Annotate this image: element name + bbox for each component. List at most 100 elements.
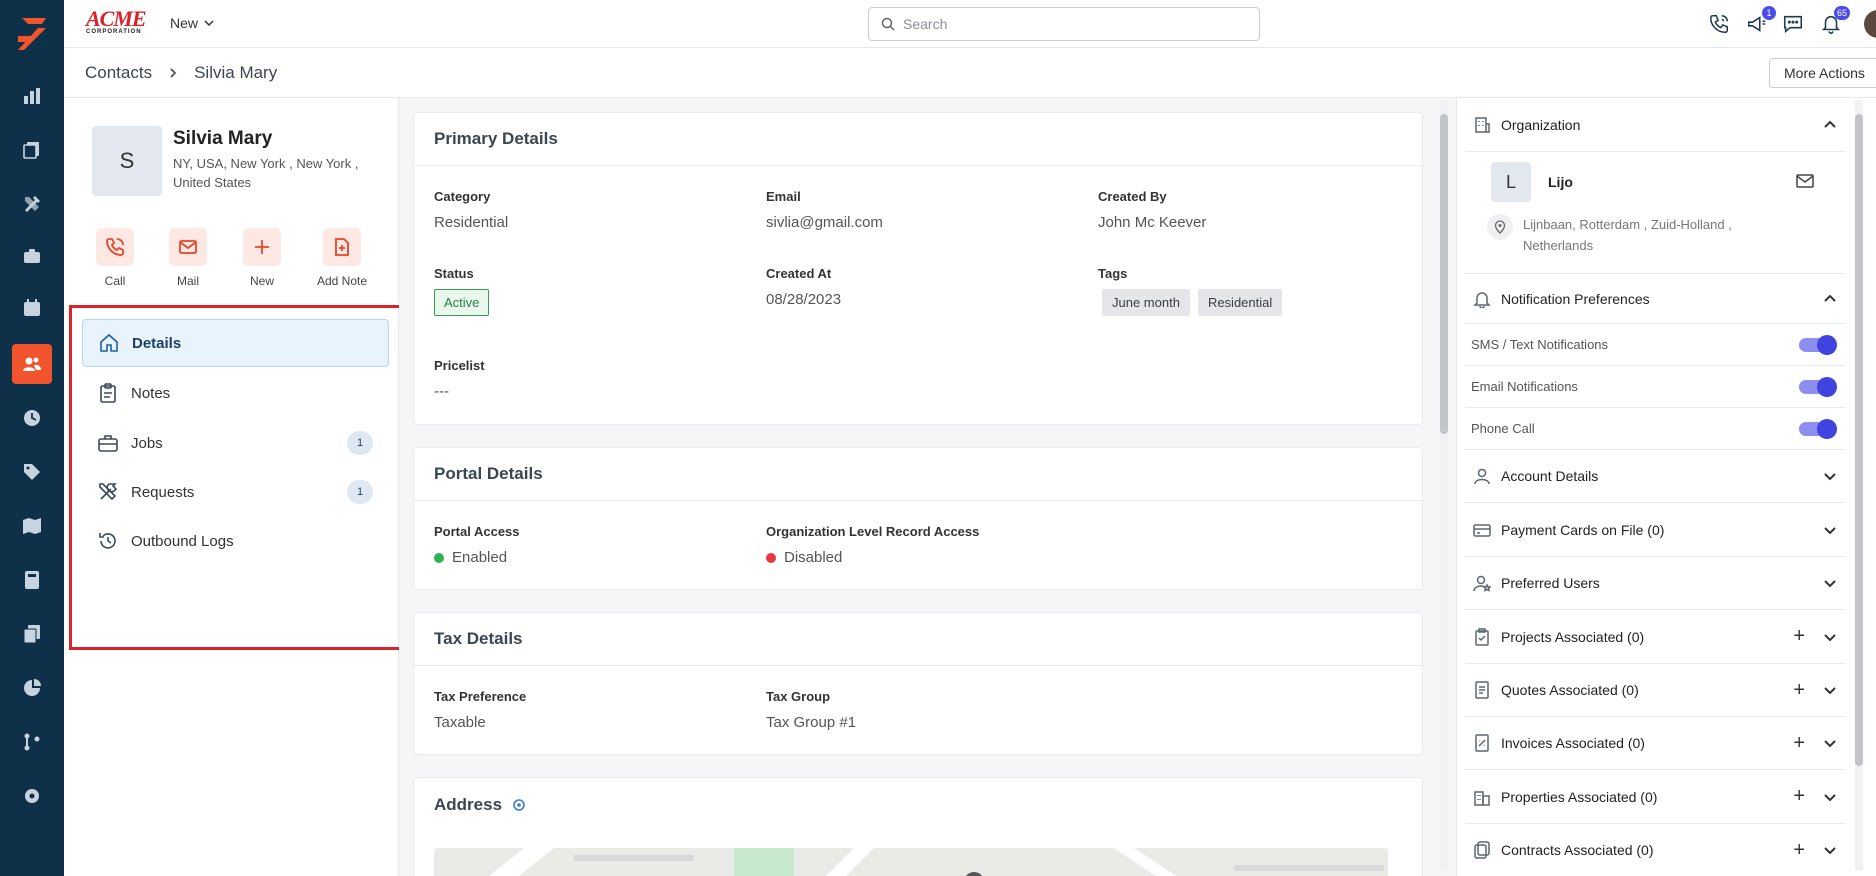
search-box[interactable] <box>868 7 1260 41</box>
enabled-dot <box>434 553 444 563</box>
email-label: Email <box>766 189 801 204</box>
call-button[interactable] <box>96 228 134 266</box>
new-action[interactable]: New <box>227 228 297 288</box>
mail-icon[interactable] <box>1796 173 1814 189</box>
building-icon <box>1471 114 1493 136</box>
call-label: Call <box>104 274 126 288</box>
chevron-down-icon[interactable] <box>1823 790 1837 804</box>
org-access-field: Organization Level Record Access Disable… <box>766 524 979 566</box>
content-scrollbar-thumb[interactable] <box>1440 114 1448 434</box>
organization-address: Lijnbaan, Rotterdam , Zuid-Holland , Net… <box>1523 217 1732 253</box>
new-button[interactable] <box>243 228 281 266</box>
invoices-associated-title: Invoices Associated (0) <box>1501 735 1645 751</box>
email-value[interactable]: sivlia@gmail.com <box>766 214 883 231</box>
search-input[interactable] <box>903 16 1243 32</box>
chevron-down-icon[interactable] <box>1823 576 1837 590</box>
dashboard-icon[interactable] <box>16 80 48 112</box>
phone-icon[interactable] <box>1706 12 1732 36</box>
sms-notification-row: SMS / Text Notifications <box>1465 324 1845 366</box>
reports-icon[interactable] <box>16 672 48 704</box>
chevron-down-icon[interactable] <box>1823 736 1837 750</box>
preferred-users-section[interactable]: Preferred Users <box>1465 557 1845 610</box>
right-panel: Organization L Lijo Lijnbaan, Rotterdam … <box>1456 98 1876 876</box>
address-map[interactable] <box>434 848 1388 876</box>
new-menu[interactable]: New <box>170 15 214 31</box>
mail-button[interactable] <box>169 228 207 266</box>
workflow-icon[interactable] <box>16 726 48 758</box>
documents-icon[interactable] <box>16 134 48 166</box>
invoices-associated-section[interactable]: Invoices Associated (0) + <box>1465 717 1845 770</box>
nav-notes[interactable]: Notes <box>82 369 389 417</box>
calculator-icon[interactable] <box>16 564 48 596</box>
organization-header[interactable]: Organization <box>1465 98 1845 152</box>
content-scrollbar[interactable] <box>1440 100 1448 870</box>
chat-icon[interactable] <box>1780 12 1806 36</box>
nav-details[interactable]: Details <box>82 319 389 367</box>
add-property-icon[interactable]: + <box>1793 785 1805 808</box>
more-actions-button[interactable]: More Actions <box>1769 58 1876 88</box>
add-note-button[interactable] <box>323 228 361 266</box>
call-action[interactable]: Call <box>80 228 150 288</box>
add-contract-icon[interactable]: + <box>1793 839 1805 862</box>
nav-jobs-label: Jobs <box>131 434 163 452</box>
properties-associated-section[interactable]: Properties Associated (0) + <box>1465 770 1845 824</box>
projects-associated-section[interactable]: Projects Associated (0) + <box>1465 610 1845 664</box>
nav-requests[interactable]: Requests 1 <box>82 468 389 516</box>
chevron-up-icon[interactable] <box>1823 292 1837 306</box>
add-note-label: Add Note <box>316 274 368 288</box>
settings-icon[interactable] <box>16 780 48 812</box>
map-icon[interactable] <box>16 510 48 542</box>
sms-notification-toggle[interactable] <box>1799 334 1837 355</box>
jobs-icon[interactable] <box>16 240 48 272</box>
tag-icon[interactable] <box>16 456 48 488</box>
map-image <box>434 848 1388 876</box>
tools-icon <box>99 483 118 501</box>
tax-group-value: Tax Group #1 <box>766 714 857 731</box>
email-notification-toggle[interactable] <box>1799 376 1837 397</box>
contracts-associated-section[interactable]: Contracts Associated (0) + <box>1465 824 1845 876</box>
add-invoice-icon[interactable]: + <box>1793 732 1805 755</box>
notification-preferences-header[interactable]: Notification Preferences <box>1465 274 1845 324</box>
tag-chip: Residential <box>1197 289 1283 316</box>
brand-logo[interactable]: ACME CORPORATION <box>86 8 150 38</box>
tools-icon[interactable] <box>16 188 48 220</box>
right-panel-scrollbar-thumb[interactable] <box>1855 114 1863 766</box>
org-access-value: Disabled <box>784 549 843 566</box>
breadcrumb-contacts[interactable]: Contacts <box>85 63 152 83</box>
organization-name[interactable]: Lijo <box>1548 174 1573 190</box>
chevron-down-icon[interactable] <box>1823 683 1837 697</box>
account-details-section[interactable]: Account Details <box>1465 450 1845 503</box>
main-content: Primary Details Category Residential Ema… <box>399 98 1455 876</box>
bell-icon <box>1471 288 1493 310</box>
add-note-action[interactable]: Add Note <box>307 228 377 288</box>
mail-action[interactable]: Mail <box>153 228 223 288</box>
chevron-down-icon[interactable] <box>1823 469 1837 483</box>
right-panel-scrollbar[interactable] <box>1855 100 1863 870</box>
clock-icon[interactable] <box>16 402 48 434</box>
announcement-icon[interactable]: 1 <box>1744 6 1776 36</box>
nav-requests-label: Requests <box>131 483 195 501</box>
notification-badge: 65 <box>1833 6 1850 20</box>
phone-call-toggle[interactable] <box>1799 418 1837 439</box>
calendar-icon[interactable] <box>16 292 48 324</box>
add-project-icon[interactable]: + <box>1793 625 1805 648</box>
add-quote-icon[interactable]: + <box>1793 679 1805 702</box>
chevron-down-icon[interactable] <box>1823 843 1837 857</box>
chevron-up-icon[interactable] <box>1823 118 1837 132</box>
phone-icon <box>106 238 124 256</box>
nav-outbound-logs[interactable]: Outbound Logs <box>82 517 389 565</box>
quotes-associated-section[interactable]: Quotes Associated (0) + <box>1465 664 1845 717</box>
files-icon[interactable] <box>16 618 48 650</box>
pricelist-field: Pricelist --- <box>434 358 485 400</box>
payment-cards-section[interactable]: Payment Cards on File (0) <box>1465 503 1845 557</box>
email-field: Email sivlia@gmail.com <box>766 189 883 231</box>
contacts-icon[interactable] <box>12 344 52 384</box>
sms-notification-label: SMS / Text Notifications <box>1471 337 1609 352</box>
chevron-down-icon[interactable] <box>1823 523 1837 537</box>
user-avatar[interactable] <box>1864 10 1876 38</box>
chevron-down-icon[interactable] <box>1823 630 1837 644</box>
bell-icon[interactable]: 65 <box>1818 6 1850 36</box>
gear-icon[interactable] <box>512 798 526 812</box>
app-logo-icon[interactable] <box>12 14 52 54</box>
nav-jobs[interactable]: Jobs 1 <box>82 419 389 467</box>
